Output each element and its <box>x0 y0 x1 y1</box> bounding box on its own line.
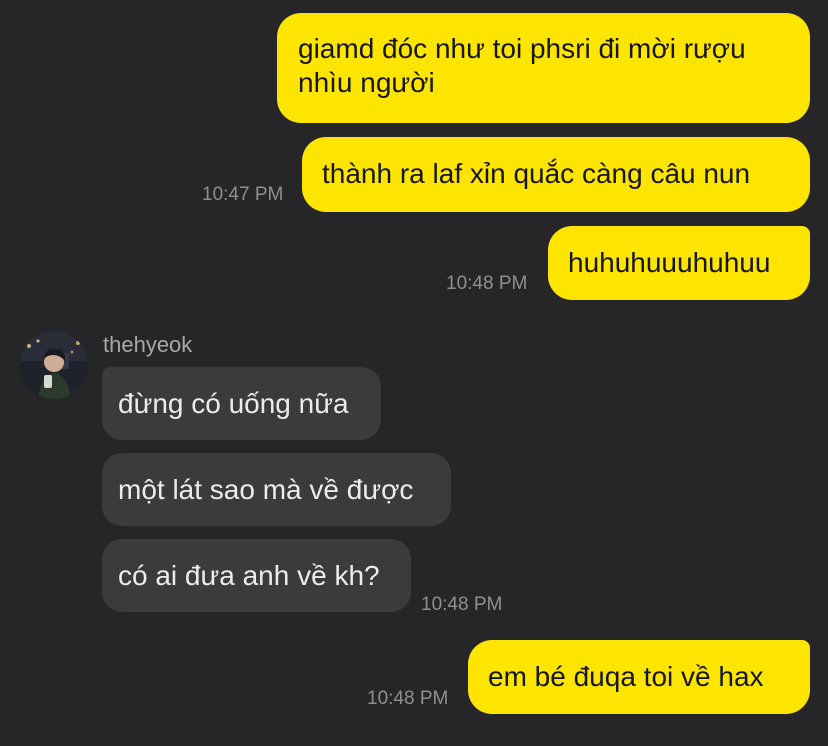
message-timestamp: 10:48 PM <box>446 273 528 294</box>
outgoing-message-bubble[interactable]: giamd đóc như toi phsri đi mời rượu nhìu… <box>277 13 810 123</box>
message-timestamp: 10:47 PM <box>202 184 284 205</box>
message-text-line: nhìu người <box>298 67 435 98</box>
message-text: một lát sao mà về được <box>118 474 414 505</box>
avatar-photo-icon <box>20 331 88 399</box>
message-text: đừng có uống nữa <box>118 388 349 419</box>
message-text: thành ra laf xỉn quắc càng câu nun <box>322 158 751 189</box>
outgoing-message-bubble[interactable]: em bé đuqa toi về hax <box>468 640 810 714</box>
message-text: có ai đưa anh về kh? <box>118 560 380 591</box>
incoming-message-bubble[interactable]: một lát sao mà về được <box>102 453 451 526</box>
message-text: huhuhuuuhuhuu <box>568 247 771 278</box>
outgoing-message-bubble[interactable]: huhuhuuuhuhuu <box>548 226 810 300</box>
sender-avatar[interactable] <box>20 331 88 399</box>
outgoing-message-bubble[interactable]: thành ra laf xỉn quắc càng câu nun <box>302 137 810 212</box>
sender-name: thehyeok <box>103 332 193 357</box>
message-text: em bé đuqa toi về hax <box>488 661 764 692</box>
message-timestamp: 10:48 PM <box>367 688 449 709</box>
message-text-line: giamd đóc như toi phsri đi mời rượu <box>298 33 746 64</box>
message-timestamp: 10:48 PM <box>421 594 503 615</box>
incoming-message-bubble[interactable]: đừng có uống nữa <box>102 367 381 440</box>
incoming-message-bubble[interactable]: có ai đưa anh về kh? <box>102 539 411 612</box>
